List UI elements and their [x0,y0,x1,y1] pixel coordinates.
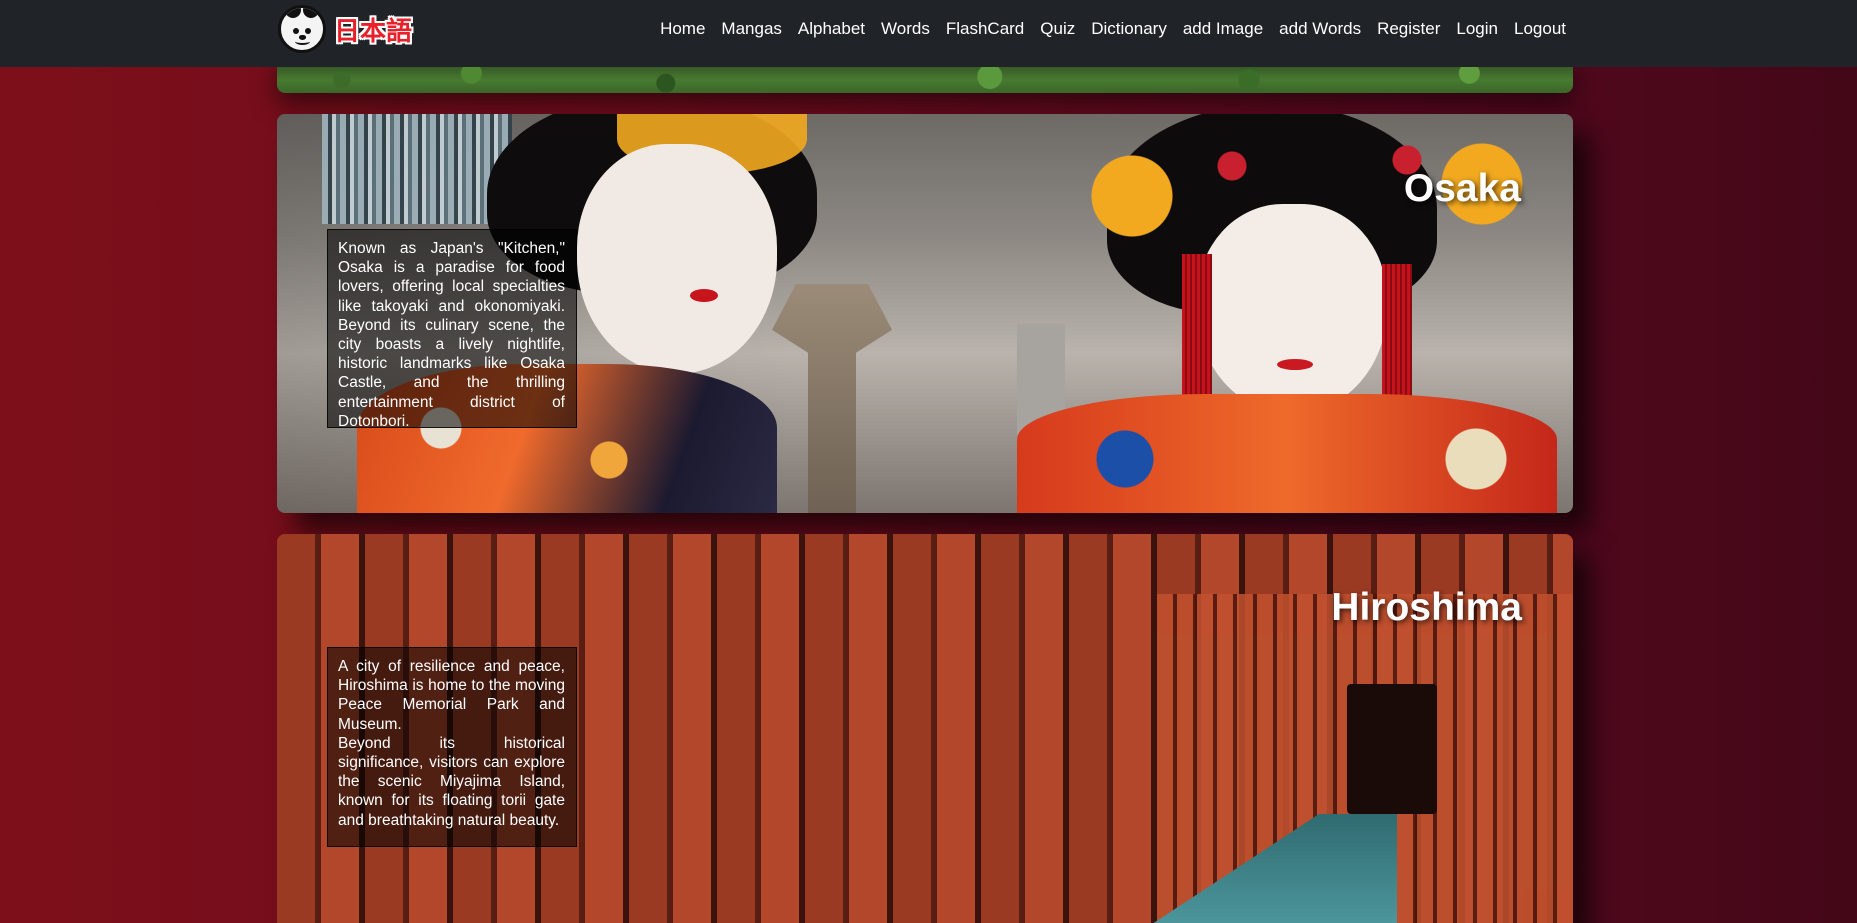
nav-link-words[interactable]: Words [881,18,930,40]
nav-link-home[interactable]: Home [660,18,705,40]
nav-link-add-words[interactable]: add Words [1279,18,1361,40]
geisha-right-lips [1277,359,1313,370]
geisha-right-face [1197,204,1387,414]
description-paragraph: A city of resilience and peace, Hiroshim… [338,658,565,733]
city-description: A city of resilience and peace, Hiroshim… [327,647,577,847]
nav-link-login[interactable]: Login [1456,18,1498,40]
nav-link-flashcard[interactable]: FlashCard [946,18,1024,40]
panda-icon [278,5,326,53]
geisha-left-face [577,144,777,374]
nav-link-logout[interactable]: Logout [1514,18,1566,40]
brand-home-link[interactable]: 日本語 [278,4,412,54]
city-card-hiroshima: Hiroshima A city of resilience and peace… [277,534,1573,923]
description-paragraph: Known as Japan's "Kitchen," Osaka is a p… [338,240,565,430]
nav-link-register[interactable]: Register [1377,18,1440,40]
city-description: Known as Japan's "Kitchen," Osaka is a p… [327,229,577,430]
nav-links: Home Mangas Alphabet Words FlashCard Qui… [644,18,1566,40]
nav-link-dictionary[interactable]: Dictionary [1091,18,1167,40]
city-title: Hiroshima [1331,586,1522,629]
brand-text: 日本語 [334,16,413,47]
nav-link-mangas[interactable]: Mangas [721,18,781,40]
nav-link-quiz[interactable]: Quiz [1040,18,1075,40]
geisha-left-lips [690,289,718,302]
nav-link-alphabet[interactable]: Alphabet [798,18,865,40]
description-paragraph: Beyond its historical significance, visi… [338,734,565,829]
city-card-osaka: Osaka Known as Japan's "Kitchen," Osaka … [277,114,1573,513]
hair-ornament-image [322,114,512,224]
tunnel-end-image [1347,684,1437,814]
city-title: Osaka [1403,167,1521,210]
nav-link-add-image[interactable]: add Image [1183,18,1263,40]
geisha-right-kimono [1017,394,1557,513]
top-navbar: 日本語 Home Mangas Alphabet Words FlashCard… [0,0,1857,67]
